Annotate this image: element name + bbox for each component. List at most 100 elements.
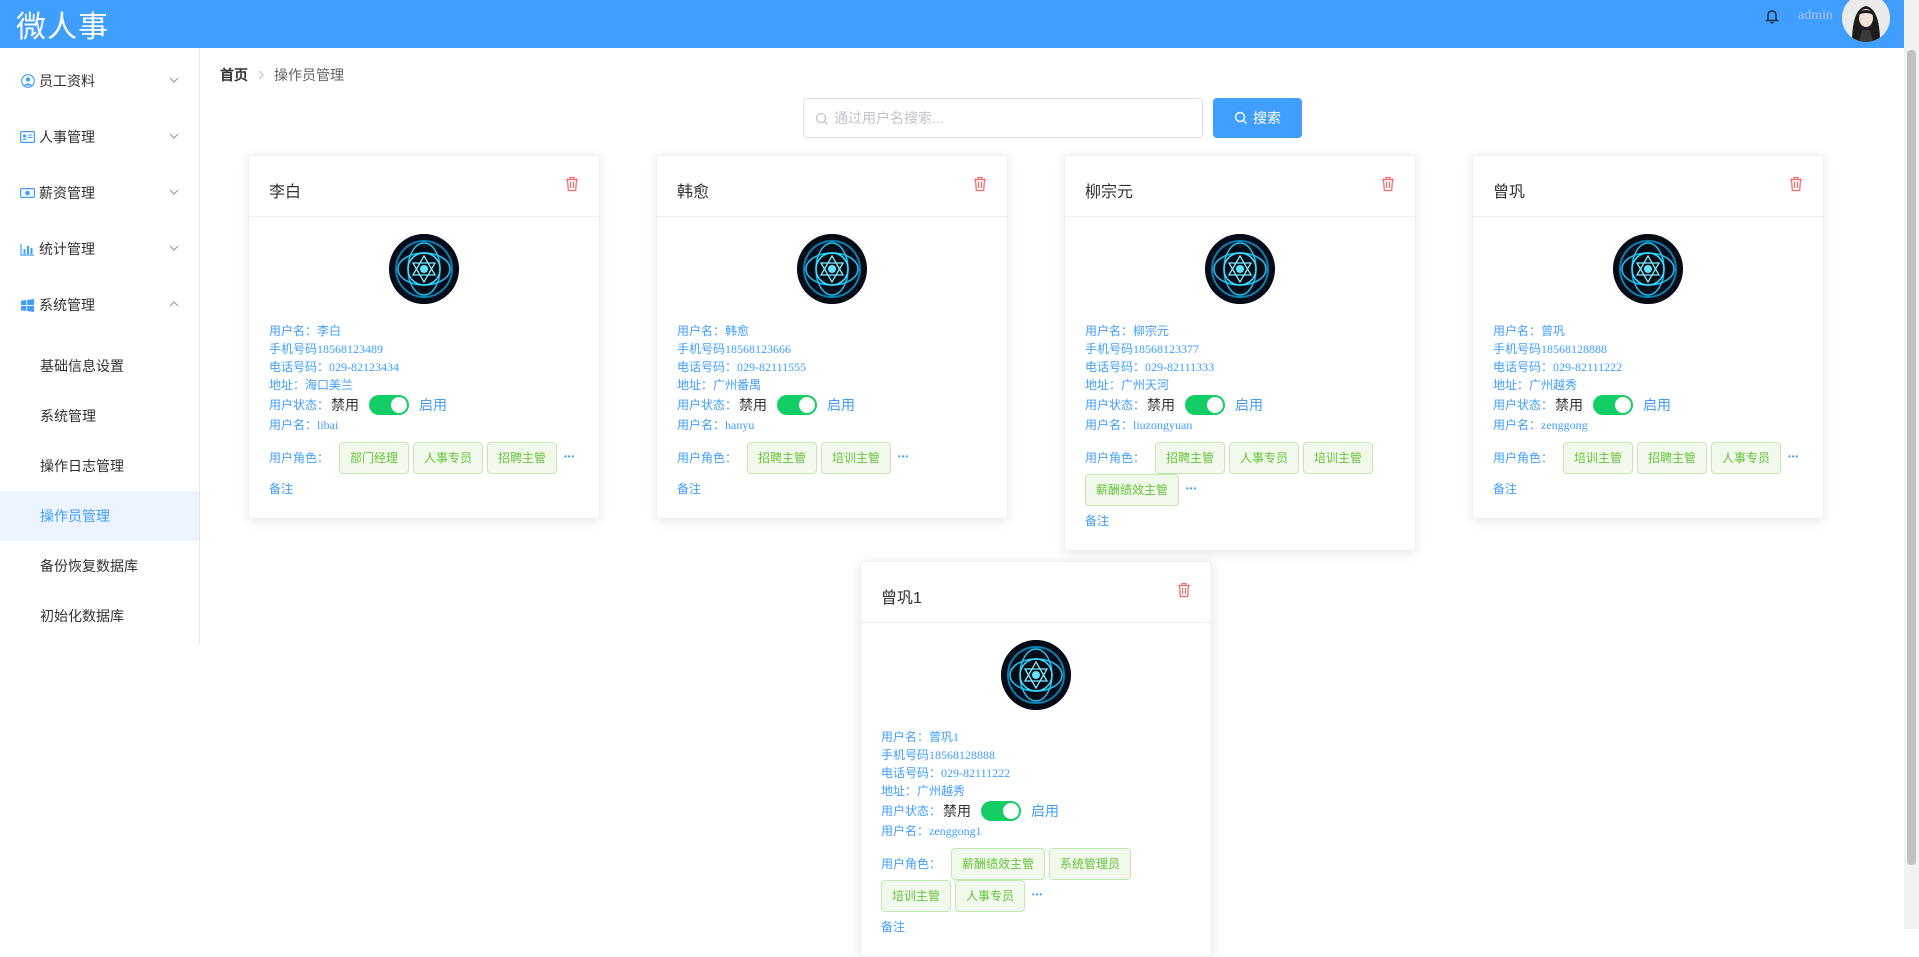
card-header: 韩愈 — [657, 156, 1007, 217]
sidebar-item-basic-info[interactable]: 基础信息设置 — [0, 341, 199, 391]
address-value: 海口美兰 — [305, 378, 354, 392]
field-label: 用户名： — [1085, 324, 1134, 338]
username-value: 曾巩 — [1541, 324, 1566, 338]
address-row: 地址：广州天河 — [1085, 376, 1395, 394]
trash-icon[interactable] — [565, 176, 579, 192]
breadcrumb-home[interactable]: 首页 — [220, 65, 248, 85]
app-title: 微人事 — [16, 11, 109, 44]
role-tag: 人事专员 — [955, 880, 1026, 912]
field-label: 用户角色： — [1085, 451, 1146, 465]
bell-icon[interactable] — [1764, 9, 1780, 25]
search-icon — [1234, 111, 1247, 124]
sidebar-menu-system[interactable]: 系统管理 — [0, 277, 199, 333]
more-roles-button[interactable]: ··· — [1031, 887, 1043, 905]
phone-row: 手机号码18568123666 — [677, 340, 987, 358]
sidebar-item-label: 备份恢复数据库 — [40, 558, 138, 574]
field-label: 用户名： — [1493, 324, 1542, 338]
avatar — [1613, 234, 1683, 304]
username-value: 柳宗元 — [1133, 324, 1170, 338]
login-value: liuzongyuan — [1133, 418, 1193, 432]
phone-value: 18568123489 — [317, 342, 384, 356]
phone-value: 18568123377 — [1133, 342, 1200, 356]
more-roles-button[interactable]: ··· — [1185, 481, 1197, 499]
sidebar-menu-label: 统计管理 — [39, 241, 95, 257]
field-label: 用户名： — [269, 418, 318, 432]
sidebar-menu-label: 员工资料 — [39, 73, 95, 89]
sidebar-menu-label: 系统管理 — [39, 297, 95, 313]
operator-card: 曾巩 用户名：曾巩 手机号码18568128888 电话号码：029-82111… — [1472, 155, 1824, 519]
more-roles-button[interactable]: ··· — [897, 449, 909, 467]
remark-link[interactable]: 备注 — [1085, 512, 1109, 530]
trash-icon[interactable] — [1177, 582, 1191, 598]
trash-icon[interactable] — [973, 176, 987, 192]
status-switch[interactable] — [369, 395, 410, 415]
sidebar-item-label: 初始化数据库 — [40, 608, 124, 624]
login-row: 用户名：libai — [269, 416, 579, 434]
status-switch[interactable] — [981, 801, 1022, 821]
sidebar-item-operators[interactable]: 操作员管理 — [0, 491, 199, 541]
status-switch[interactable] — [1185, 395, 1226, 415]
more-roles-button[interactable]: ··· — [1787, 449, 1799, 467]
trash-icon[interactable] — [1381, 176, 1395, 192]
field-label: 地址： — [1085, 378, 1122, 392]
operator-card: 柳宗元 用户名：柳宗元 手机号码18568123377 电话号码：029-821… — [1064, 155, 1416, 551]
telephone-row: 电话号码：029-82111222 — [1493, 358, 1803, 376]
remark-link[interactable]: 备注 — [881, 918, 905, 936]
role-tag: 培训主管 — [1303, 442, 1374, 474]
card-info: 用户名：韩愈 手机号码18568123666 电话号码：029-82111555… — [677, 322, 987, 498]
card-title: 李白 — [269, 184, 302, 201]
search-box — [803, 98, 1203, 138]
field-label: 用户名： — [881, 730, 930, 744]
sidebar-menu-statistics[interactable]: 统计管理 — [0, 221, 199, 277]
more-roles-button[interactable]: ··· — [563, 449, 575, 467]
telephone-row: 电话号码：029-82111555 — [677, 358, 987, 376]
status-enabled-label: 启用 — [1643, 397, 1672, 413]
address-value: 广州番禺 — [713, 378, 762, 392]
status-row: 用户状态： 禁用 启用 — [881, 800, 1191, 822]
card-info: 用户名：曾巩1 手机号码18568128888 电话号码：029-8211122… — [881, 728, 1191, 936]
role-tag: 招聘主管 — [747, 442, 818, 474]
card-title: 柳宗元 — [1085, 184, 1134, 201]
remark-link[interactable]: 备注 — [1493, 480, 1517, 498]
status-switch[interactable] — [1593, 395, 1634, 415]
field-label: 地址： — [1493, 378, 1530, 392]
card-body: 用户名：曾巩1 手机号码18568128888 电话号码：029-8211122… — [861, 623, 1211, 956]
avatar — [1205, 234, 1275, 304]
header-username[interactable]: admin — [1798, 8, 1833, 24]
field-label: 电话号码： — [677, 360, 738, 374]
login-row: 用户名：zenggong1 — [881, 822, 1191, 840]
sidebar-menu-personnel[interactable]: 人事管理 — [0, 109, 199, 165]
status-enabled-label: 启用 — [827, 397, 856, 413]
username-value: 李白 — [317, 324, 342, 338]
field-label: 地址： — [881, 784, 918, 798]
scrollbar-thumb[interactable] — [1907, 50, 1916, 865]
remark-link[interactable]: 备注 — [269, 480, 293, 498]
sidebar: 员工资料 人事管理 薪资管理 统计管理 系统管理 基础信息设置 系统管理 操作日… — [0, 48, 200, 644]
sidebar-item-backup[interactable]: 备份恢复数据库 — [0, 541, 199, 591]
status-disabled-label: 禁用 — [1147, 397, 1176, 413]
user-avatar[interactable] — [1842, 0, 1890, 42]
sidebar-menu-employee[interactable]: 员工资料 — [0, 53, 199, 109]
operator-card: 李白 用户名：李白 手机号码18568123489 电话号码：029-82123… — [248, 155, 600, 519]
sidebar-menu-salary[interactable]: 薪资管理 — [0, 165, 199, 221]
sidebar-menu-label: 薪资管理 — [39, 185, 95, 201]
sidebar-item-init-db[interactable]: 初始化数据库 — [0, 591, 199, 641]
field-label: 手机号码 — [1085, 342, 1134, 356]
field-label: 用户状态： — [1085, 398, 1146, 412]
role-tag: 人事专员 — [1711, 442, 1782, 474]
card-body: 用户名：曾巩 手机号码18568128888 电话号码：029-82111222… — [1473, 217, 1823, 518]
remark-link[interactable]: 备注 — [677, 480, 701, 498]
status-switch[interactable] — [777, 395, 818, 415]
trash-icon[interactable] — [1789, 176, 1803, 192]
phone-row: 手机号码18568123489 — [269, 340, 579, 358]
login-value: zenggong1 — [929, 824, 982, 838]
sidebar-item-system[interactable]: 系统管理 — [0, 391, 199, 441]
search-button[interactable]: 搜索 — [1213, 98, 1302, 138]
chevron-down-icon — [169, 189, 179, 195]
search-input[interactable] — [834, 99, 1194, 137]
sidebar-item-label: 操作日志管理 — [40, 458, 124, 474]
sidebar-item-operation-log[interactable]: 操作日志管理 — [0, 441, 199, 491]
login-row: 用户名：liuzongyuan — [1085, 416, 1395, 434]
role-tag: 薪酬绩效主管 — [951, 848, 1046, 880]
status-row: 用户状态： 禁用 启用 — [677, 394, 987, 416]
